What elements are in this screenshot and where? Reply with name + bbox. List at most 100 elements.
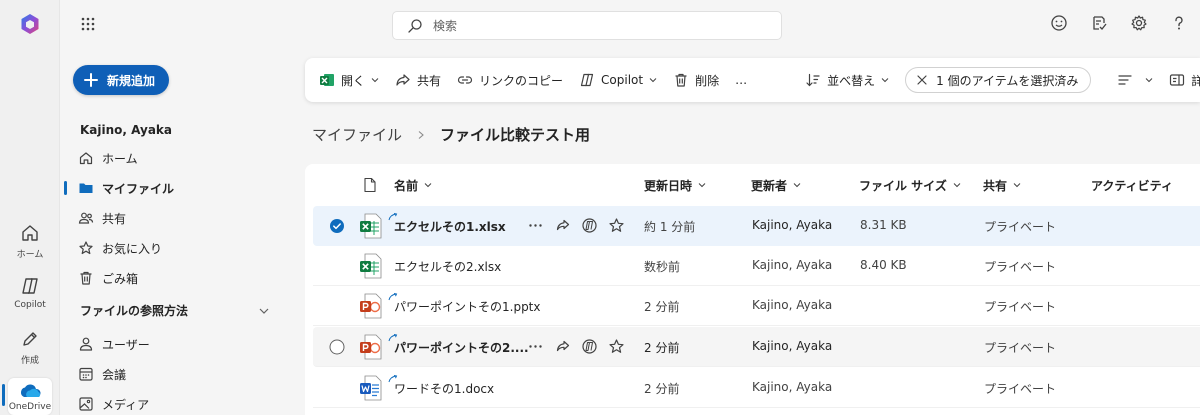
file-name[interactable]: パワーポイントその1.pptx [394,298,541,315]
add-new-button[interactable]: 新規追加 [73,65,170,95]
column-header-name[interactable]: 名前 [394,177,432,194]
column-header-label: 名前 [394,178,419,193]
section-title: ファイルの参照方法 [80,304,189,318]
sharing-status[interactable]: プライベート [984,339,1056,356]
checkbox-circle-icon[interactable] [329,339,345,355]
column-header-modified[interactable]: 更新日時 [644,177,706,194]
rail-label: OneDrive [8,402,52,412]
rail-item-create[interactable]: 作成 [0,328,60,366]
table-row[interactable]: パワーポイントその2.... 2 分前 Kajino, Ayaka プライベート [313,327,1200,367]
file-name[interactable]: ワードその1.docx [394,380,494,397]
column-header-label: ファイル サイズ [859,178,947,193]
powerpoint-file-icon [359,334,383,360]
column-header-label: 共有 [983,178,1008,193]
search-box[interactable] [392,11,782,40]
table-row[interactable]: パワーポイントその1.pptx 2 分前 Kajino, Ayaka プライベー… [313,286,1200,326]
delete-button[interactable]: 削除 [673,72,719,89]
share-button[interactable]: 共有 [395,72,441,89]
m365-logo-icon[interactable] [18,12,42,36]
chevron-right-icon [416,130,426,140]
modified-by[interactable]: Kajino, Ayaka [752,218,832,232]
trash-icon [78,270,94,286]
whats-new-icon[interactable] [1090,14,1108,32]
modified-by[interactable]: Kajino, Ayaka [752,380,832,394]
excel-file-icon [359,213,383,239]
file-name[interactable]: エクセルその1.xlsx [394,218,506,235]
modified-time: 2 分前 [644,341,680,355]
column-header-modified-by[interactable]: 更新者 [751,177,801,194]
sharing-status[interactable]: プライベート [984,298,1056,315]
sharing-status[interactable]: プライベート [984,258,1056,275]
file-name[interactable]: エクセルその2.xlsx [394,258,501,275]
feedback-smile-icon[interactable] [1050,14,1068,32]
copilot-label: Copilot [601,73,644,87]
copilot-icon[interactable] [581,338,598,355]
share-icon[interactable] [554,338,571,355]
sharing-status[interactable]: プライベート [984,218,1056,235]
nav-item-people[interactable]: ユーザー [78,331,278,357]
more-options-icon[interactable] [527,217,544,234]
trash-icon [673,72,689,88]
chevron-down-icon [698,181,706,189]
copilot-icon[interactable] [581,217,598,234]
nav-label: 共有 [102,211,127,226]
close-icon [916,74,928,86]
nav-item-home[interactable]: ホーム [78,145,278,171]
table-row[interactable]: エクセルその1.xlsx 約 1 分前 Kajino, Ayaka 8.31 K… [313,206,1200,246]
selection-status-button[interactable]: 1 個のアイテムを選択済み [905,67,1092,93]
details-button[interactable]: 詳細 [1169,72,1200,89]
app-launcher-icon[interactable] [80,16,96,32]
people-icon [78,210,94,226]
sort-label: 並べ替え [827,73,876,88]
settings-gear-icon[interactable] [1130,14,1148,32]
home-icon [19,222,41,244]
link-icon [457,72,473,88]
file-name[interactable]: パワーポイントその2.... [394,339,529,356]
rail-item-home[interactable]: ホーム [0,222,60,260]
column-header-activity[interactable]: アクティビティ [1091,177,1173,194]
star-icon[interactable] [608,217,625,234]
modified-time: 2 分前 [644,300,680,314]
nav-item-my-files[interactable]: マイファイル [78,175,278,201]
nav-item-meetings[interactable]: 会議 [78,361,278,387]
modified-by[interactable]: Kajino, Ayaka [752,258,832,272]
table-row[interactable]: エクセルその2.xlsx 数秒前 Kajino, Ayaka 8.40 KB プ… [313,246,1200,286]
sharing-status[interactable]: プライベート [984,380,1056,397]
star-icon[interactable] [608,338,625,355]
copy-link-button[interactable]: リンクのコピー [457,72,563,89]
modified-by[interactable]: Kajino, Ayaka [752,298,832,312]
search-icon [407,18,423,34]
file-type-header[interactable] [363,177,377,193]
nav-item-shared[interactable]: 共有 [78,205,278,231]
search-input[interactable] [433,16,763,36]
nav-item-media[interactable]: メディア [78,391,278,415]
browse-files-by-section[interactable]: ファイルの参照方法 [80,302,270,319]
copilot-button[interactable]: Copilot [579,72,657,88]
open-button[interactable]: 開く [319,72,379,89]
left-navigation: 新規追加 Kajino, Ayaka ホーム マイファイル 共有 お気に入り ご… [60,50,290,415]
table-row[interactable]: ワードその1.docx 2 分前 Kajino, Ayaka プライベート [313,368,1200,408]
nav-label: お気に入り [102,241,163,256]
rail-item-onedrive[interactable]: OneDrive [0,378,60,415]
chevron-down-icon [258,305,270,317]
more-options-icon[interactable] [527,338,544,355]
column-header-file-size[interactable]: ファイル サイズ [859,177,961,194]
file-list-header: 名前 更新日時 更新者 ファイル サイズ 共有 アクティビティ [305,164,1200,206]
nav-item-recycle-bin[interactable]: ごみ箱 [78,265,278,291]
nav-label: メディア [102,397,150,412]
rail-item-copilot[interactable]: Copilot [0,275,60,310]
share-icon[interactable] [554,217,571,234]
details-label: 詳細 [1191,73,1200,88]
column-header-sharing[interactable]: 共有 [983,177,1021,194]
nav-item-favorites[interactable]: お気に入り [78,235,278,261]
view-options-button[interactable] [1117,72,1153,88]
sort-button[interactable]: 並べ替え [805,72,889,89]
breadcrumb: マイファイル ファイル比較テスト用 [312,124,590,145]
modified-by[interactable]: Kajino, Ayaka [752,339,832,353]
checkmark-circle-icon[interactable] [329,218,345,234]
help-icon[interactable] [1170,14,1188,32]
nav-label: ごみ箱 [102,271,139,286]
more-actions-button[interactable]: … [735,73,747,87]
folder-icon [78,180,94,196]
breadcrumb-my-files[interactable]: マイファイル [312,124,402,145]
